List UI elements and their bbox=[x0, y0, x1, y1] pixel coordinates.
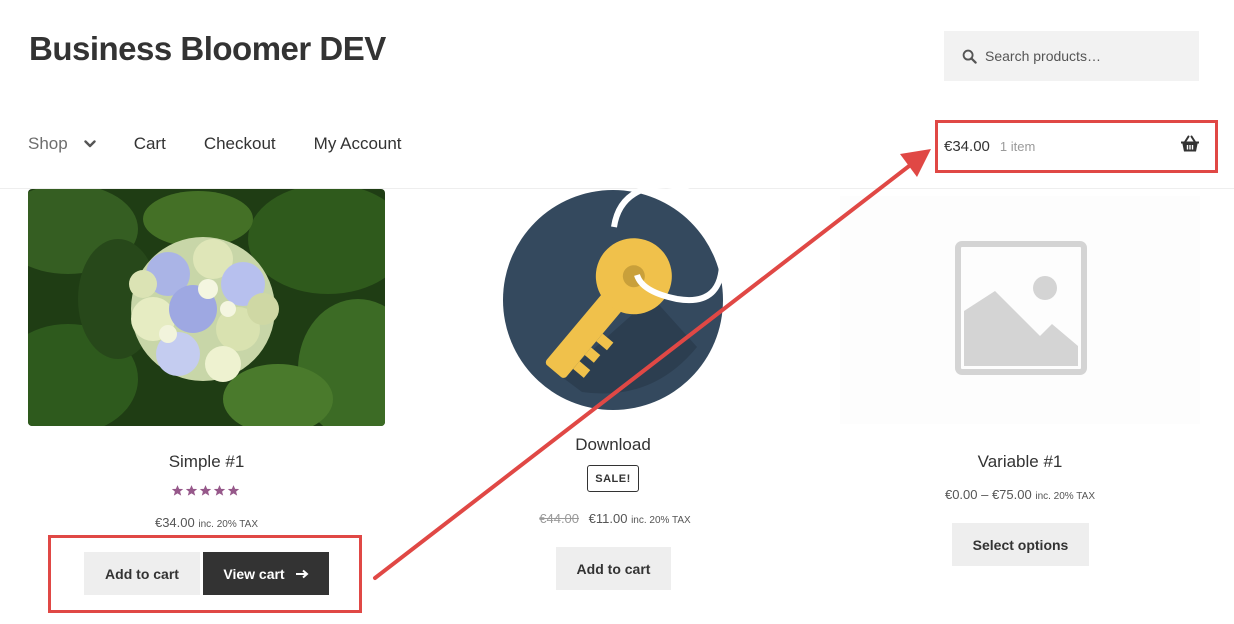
nav-item-label: Checkout bbox=[203, 134, 276, 153]
nav-item-label: Cart bbox=[133, 134, 166, 153]
price-amount: €11.00 bbox=[588, 511, 628, 526]
product-title[interactable]: Simple #1 bbox=[28, 452, 385, 472]
buttons-highlight-box bbox=[48, 535, 362, 613]
search-icon bbox=[962, 49, 977, 64]
star-icon bbox=[227, 485, 240, 496]
sale-badge: SALE! bbox=[587, 465, 639, 492]
nav-item-label: My Account bbox=[313, 134, 402, 153]
nav-item-label: Shop bbox=[28, 134, 68, 153]
search-box[interactable] bbox=[944, 31, 1199, 81]
product-image-key[interactable] bbox=[502, 181, 726, 411]
star-rating bbox=[171, 484, 240, 497]
star-icon bbox=[199, 485, 212, 496]
price-amount: €34.00 bbox=[154, 515, 195, 530]
price-amount: €0.00 – €75.00 bbox=[944, 487, 1032, 502]
star-icon bbox=[171, 485, 184, 496]
nav-item-shop[interactable]: Shop bbox=[28, 134, 96, 154]
product-image-hydrangea[interactable] bbox=[28, 189, 385, 426]
site-title[interactable]: Business Bloomer DEV bbox=[29, 30, 386, 68]
product-image-placeholder[interactable] bbox=[840, 196, 1200, 424]
product-price: €0.00 – €75.00 inc. 20% TAX bbox=[840, 487, 1200, 502]
button-label: Select options bbox=[972, 536, 1069, 553]
search-input[interactable] bbox=[985, 48, 1185, 64]
product-title[interactable]: Download bbox=[502, 435, 724, 455]
nav-item-my-account[interactable]: My Account bbox=[314, 134, 402, 154]
tax-note: inc. 20% TAX bbox=[198, 519, 259, 530]
nav-item-cart[interactable]: Cart bbox=[134, 134, 166, 154]
star-icon bbox=[185, 485, 198, 496]
tax-note: inc. 20% TAX bbox=[631, 515, 691, 526]
select-options-button[interactable]: Select options bbox=[952, 523, 1089, 566]
primary-navigation: Shop Cart Checkout My Account bbox=[28, 134, 440, 154]
product-title[interactable]: Variable #1 bbox=[840, 452, 1200, 472]
button-label: Add to cart bbox=[576, 560, 651, 577]
star-icon bbox=[213, 485, 226, 496]
chevron-down-icon[interactable] bbox=[84, 140, 96, 148]
product-price: €34.00 inc. 20% TAX bbox=[28, 515, 385, 530]
add-to-cart-button[interactable]: Add to cart bbox=[556, 547, 671, 590]
tax-note: inc. 20% TAX bbox=[1035, 491, 1096, 502]
old-price: €44.00 bbox=[539, 511, 580, 526]
nav-item-checkout[interactable]: Checkout bbox=[204, 134, 276, 154]
cart-highlight-box bbox=[935, 120, 1218, 173]
product-price: €44.00 €11.00 inc. 20% TAX bbox=[470, 511, 760, 526]
